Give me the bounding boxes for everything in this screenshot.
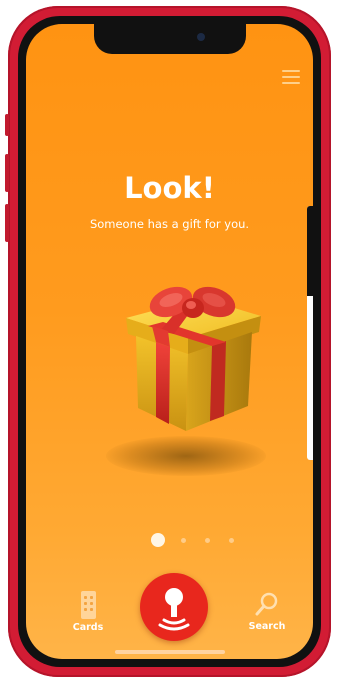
tab-cards-label: Cards [72,622,104,633]
side-button-volume-down [5,204,9,242]
tab-search-label: Search [248,621,286,632]
hamburger-menu-icon[interactable] [282,70,300,84]
tab-cards[interactable]: Cards [68,591,108,633]
notch [93,24,246,54]
record-button[interactable] [140,573,208,641]
search-icon [255,592,278,616]
page-dot-3[interactable] [205,537,210,543]
home-indicator [114,650,225,654]
cards-icon [80,591,96,619]
side-button-mute [5,114,9,136]
tab-bar: Cards Search [26,573,313,659]
page-title: Look! [124,171,215,205]
side-drawer-tab[interactable] [307,206,313,296]
side-button-volume-up [5,154,9,192]
page-subtitle: Someone has a gift for you. [89,217,250,231]
page-indicator [151,533,253,547]
page-dot-4[interactable] [229,537,234,543]
page-dot-1[interactable] [151,533,165,547]
phone-bezel: Look! Someone has a gift for you. Cards … [18,16,321,667]
record-microphone-icon [158,588,190,631]
app-screen: Look! Someone has a gift for you. Cards … [26,24,313,659]
gift-box-icon [126,286,261,431]
front-camera [196,33,205,41]
tab-search[interactable]: Search [244,591,290,632]
page-dot-2[interactable] [181,537,186,543]
phone-frame: Look! Someone has a gift for you. Cards … [5,6,331,677]
gift-shadow [106,436,266,476]
